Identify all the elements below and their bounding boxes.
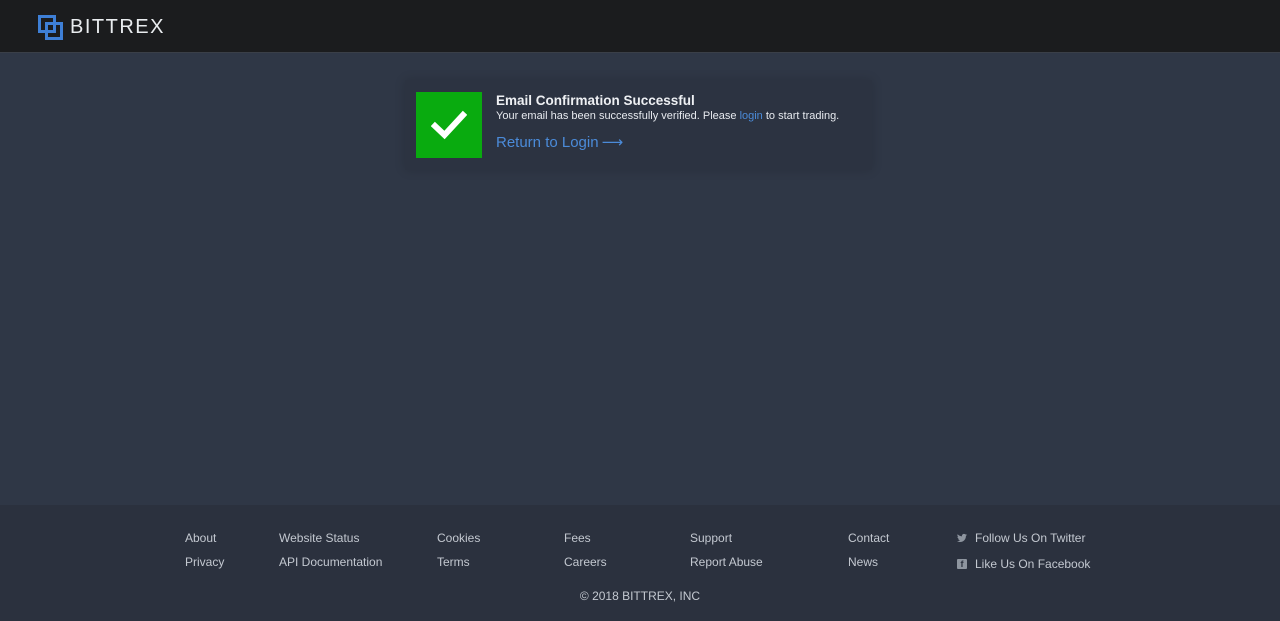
message-text-before: Your email has been successfully verifie…	[496, 110, 740, 122]
footer-link-fees[interactable]: Fees	[564, 531, 591, 545]
return-to-login-link[interactable]: Return to Login ⟶	[496, 133, 624, 152]
footer-link-website-status[interactable]: Website Status	[279, 531, 359, 545]
brand-name: BITTREX	[70, 16, 165, 38]
success-badge	[416, 92, 482, 158]
footer-link-contact[interactable]: Contact	[848, 531, 889, 545]
confirmation-card: Email Confirmation Successful Your email…	[405, 80, 872, 170]
copyright-text: © 2018 BITTREX, INC	[579, 589, 701, 603]
footer-link-about[interactable]: About	[185, 531, 216, 545]
arrow-right-icon: ⟶	[601, 134, 624, 151]
footer-link-report-abuse[interactable]: Report Abuse	[690, 555, 763, 569]
footer-link-news[interactable]: News	[848, 555, 878, 569]
footer-link-facebook[interactable]: f Like Us On Facebook	[957, 557, 1090, 571]
return-to-login-label: Return to Login	[496, 133, 599, 151]
footer-link-terms[interactable]: Terms	[437, 555, 470, 569]
twitter-icon	[957, 533, 967, 542]
footer-link-api-documentation[interactable]: API Documentation	[279, 555, 382, 569]
site-footer: About Privacy Website Status API Documen…	[0, 505, 1280, 621]
confirmation-title: Email Confirmation Successful	[496, 93, 695, 108]
facebook-label: Like Us On Facebook	[975, 557, 1091, 571]
message-text-after: to start trading.	[762, 110, 840, 122]
footer-link-support[interactable]: Support	[690, 531, 732, 545]
top-navbar: BITTREX	[0, 0, 1280, 53]
footer-link-twitter[interactable]: Follow Us On Twitter	[957, 531, 1085, 545]
bittrex-logo-icon	[38, 14, 63, 40]
brand-logo-link[interactable]: BITTREX	[38, 14, 165, 40]
facebook-icon: f	[957, 559, 967, 569]
footer-link-cookies[interactable]: Cookies	[437, 531, 480, 545]
confirmation-message: Your email has been successfully verifie…	[496, 110, 839, 122]
checkmark-icon	[431, 110, 467, 140]
login-inline-link[interactable]: login	[740, 110, 763, 122]
footer-link-privacy[interactable]: Privacy	[185, 555, 224, 569]
twitter-label: Follow Us On Twitter	[975, 531, 1086, 545]
footer-link-careers[interactable]: Careers	[564, 555, 607, 569]
